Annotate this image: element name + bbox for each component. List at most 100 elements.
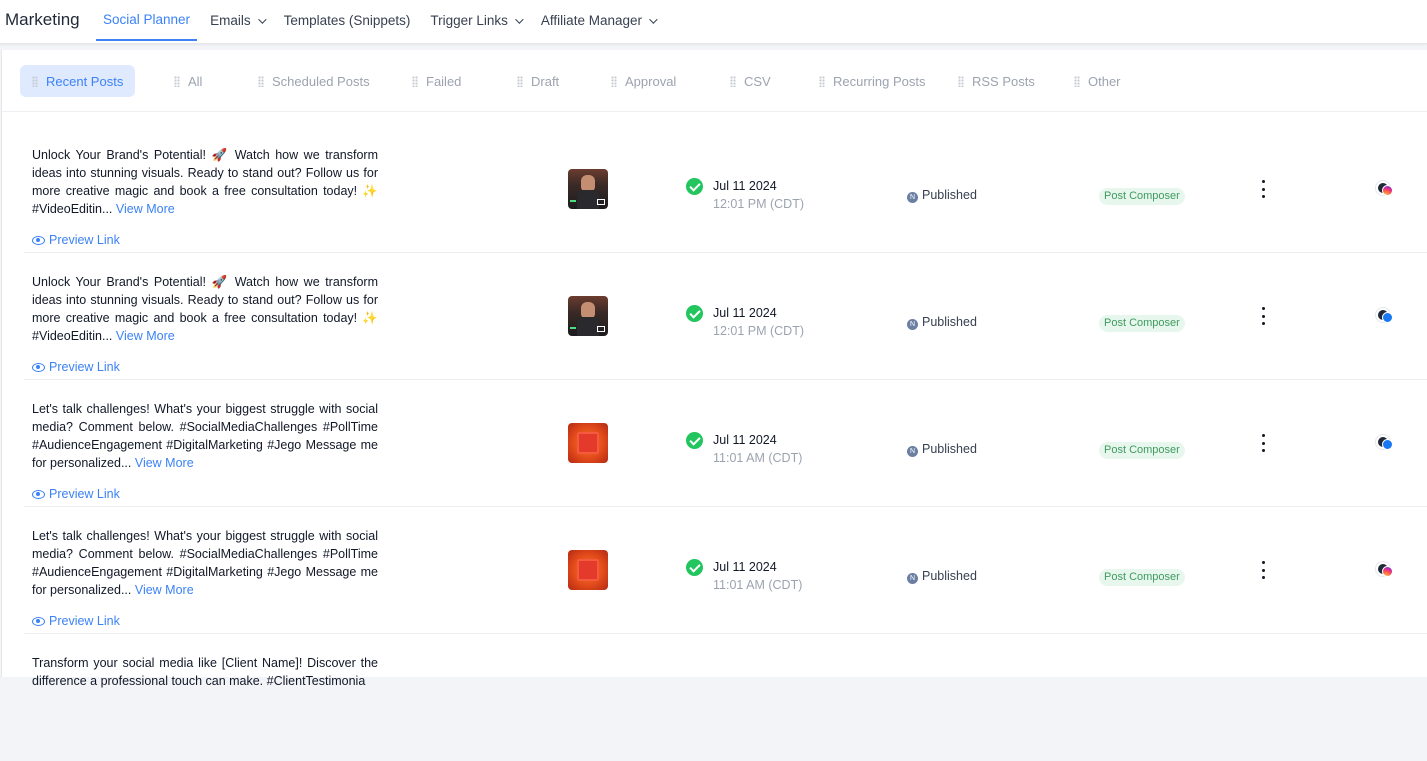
tab-other[interactable]: Other [1062, 65, 1133, 97]
drag-handle-icon [258, 75, 264, 87]
video-thumbnail[interactable] [568, 169, 608, 209]
preview-link-label: Preview Link [49, 614, 120, 628]
published-status-icon: N [907, 573, 918, 584]
chevron-down-icon [649, 14, 658, 24]
more-options-icon[interactable] [1255, 307, 1271, 325]
post-time: 12:01 PM (CDT) [713, 324, 804, 338]
tab-label: CSV [744, 73, 771, 89]
tab-label: Draft [531, 73, 560, 89]
post-time: 11:01 AM (CDT) [713, 578, 803, 592]
poll-thumbnail[interactable] [568, 423, 608, 463]
check-circle-icon [686, 178, 703, 195]
post-status: Published [922, 188, 977, 202]
preview-link[interactable]: Preview Link [32, 487, 120, 501]
status-indicator [570, 200, 576, 202]
published-status-icon: N [907, 446, 918, 457]
caption-text: Transform your social media like [Client… [32, 656, 378, 688]
post-caption: Unlock Your Brand's Potential! 🚀 Watch h… [32, 146, 378, 218]
facebook-icon [1376, 308, 1394, 324]
post-row[interactable]: Unlock Your Brand's Potential! 🚀 Watch h… [24, 126, 1427, 253]
post-date: Jul 11 2024 [713, 433, 777, 447]
caption-text: Unlock Your Brand's Potential! 🚀 Watch h… [32, 148, 378, 216]
more-options-icon[interactable] [1255, 434, 1271, 452]
facebook-icon [1376, 435, 1394, 451]
nav-trigger-links[interactable]: Trigger Links [423, 0, 528, 41]
post-row[interactable]: Unlock Your Brand's Potential! 🚀 Watch h… [24, 253, 1427, 380]
drag-handle-icon [1074, 75, 1080, 87]
tab-recurring-posts[interactable]: Recurring Posts [807, 65, 937, 97]
eye-icon [32, 362, 45, 372]
chevron-down-icon [257, 14, 267, 24]
check-circle-icon [686, 305, 703, 322]
tab-failed[interactable]: Failed [400, 65, 473, 97]
post-status: Published [922, 315, 977, 329]
tab-label: Recent Posts [46, 73, 124, 89]
drag-handle-icon [819, 75, 825, 87]
video-thumbnail[interactable] [568, 296, 608, 336]
tab-label: Recurring Posts [833, 73, 926, 89]
tab-approval[interactable]: Approval [599, 65, 688, 97]
tab-csv[interactable]: CSV [718, 65, 783, 97]
nav-label: Trigger Links [430, 13, 508, 28]
preview-link[interactable]: Preview Link [32, 614, 120, 628]
video-icon [597, 199, 605, 205]
nav-emails[interactable]: Emails [203, 0, 271, 41]
divider [2, 111, 1427, 112]
nav-label: Affiliate Manager [540, 13, 642, 28]
tab-recent-posts[interactable]: Recent Posts [20, 65, 136, 97]
post-row[interactable]: Let's talk challenges! What's your bigge… [24, 507, 1427, 634]
post-caption: Transform your social media like [Client… [32, 654, 378, 690]
drag-handle-icon [174, 75, 180, 87]
nav-label: Social Planner [103, 12, 191, 27]
published-status-icon: N [907, 192, 918, 203]
post-time: 11:01 AM (CDT) [713, 451, 803, 465]
view-more-link[interactable]: View More [135, 456, 194, 470]
check-circle-icon [686, 432, 703, 449]
more-options-icon[interactable] [1255, 561, 1271, 579]
post-row[interactable]: Let's talk challenges! What's your bigge… [24, 380, 1427, 507]
caption-text: Let's talk challenges! What's your bigge… [32, 402, 378, 470]
main-nav: Social Planner Emails Templates (Snippet… [96, 0, 668, 44]
nav-templates[interactable]: Templates (Snippets) [277, 0, 418, 41]
post-caption: Unlock Your Brand's Potential! 🚀 Watch h… [32, 273, 378, 345]
preview-link-label: Preview Link [49, 233, 120, 247]
drag-handle-icon [517, 75, 523, 87]
eye-icon [32, 489, 45, 499]
drag-handle-icon [32, 75, 38, 87]
status-indicator [570, 327, 576, 329]
post-date: Jul 11 2024 [713, 179, 777, 193]
tab-all[interactable]: All [162, 65, 214, 97]
tab-label: Scheduled Posts [272, 73, 370, 89]
drag-handle-icon [958, 75, 964, 87]
source-badge: Post Composer [1099, 188, 1185, 205]
more-options-icon[interactable] [1255, 180, 1271, 198]
post-caption: Let's talk challenges! What's your bigge… [32, 527, 378, 599]
nav-social-planner[interactable]: Social Planner [96, 0, 198, 41]
check-circle-icon [686, 559, 703, 576]
nav-affiliate-manager[interactable]: Affiliate Manager [534, 0, 662, 41]
source-badge: Post Composer [1099, 569, 1185, 586]
view-more-link[interactable]: View More [135, 583, 194, 597]
caption-text: Unlock Your Brand's Potential! 🚀 Watch h… [32, 275, 378, 343]
chevron-down-icon [515, 14, 524, 24]
source-badge: Post Composer [1099, 442, 1185, 459]
view-more-link[interactable]: View More [116, 329, 175, 343]
preview-link[interactable]: Preview Link [32, 360, 120, 374]
tab-scheduled-posts[interactable]: Scheduled Posts [246, 65, 382, 97]
top-navigation-bar: Marketing Social Planner Emails Template… [0, 0, 1427, 44]
tab-draft[interactable]: Draft [505, 65, 571, 97]
tab-rss-posts[interactable]: RSS Posts [946, 65, 1047, 97]
tab-label: RSS Posts [972, 73, 1035, 89]
instagram-icon [1376, 562, 1394, 578]
preview-link[interactable]: Preview Link [32, 233, 120, 247]
tab-label: Other [1088, 73, 1121, 89]
post-status: Published [922, 442, 977, 456]
caption-text: Let's talk challenges! What's your bigge… [32, 529, 378, 597]
post-row[interactable]: Transform your social media like [Client… [24, 634, 1427, 761]
tab-label: Failed [426, 73, 462, 89]
post-time: 12:01 PM (CDT) [713, 197, 804, 211]
posts-panel: Recent Posts All Scheduled Posts Failed … [1, 50, 1427, 688]
post-date: Jul 11 2024 [713, 306, 777, 320]
poll-thumbnail[interactable] [568, 550, 608, 590]
view-more-link[interactable]: View More [116, 202, 175, 216]
